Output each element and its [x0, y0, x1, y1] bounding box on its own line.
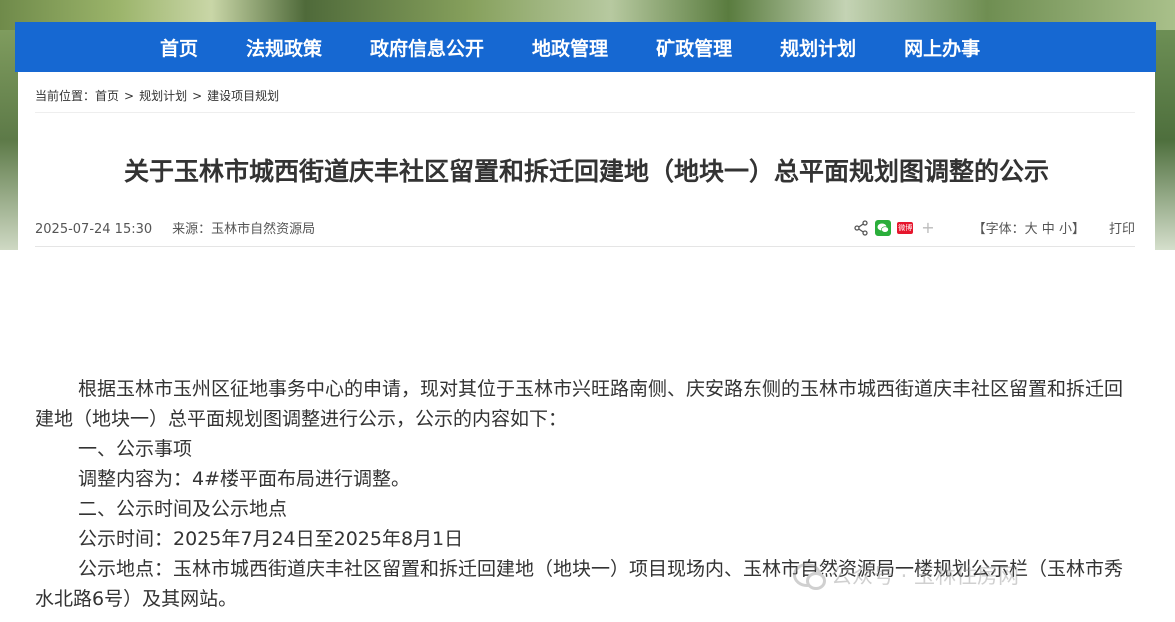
main-nav: 首页 法规政策 政府信息公开 地政管理 矿政管理 规划计划 网上办事 — [15, 22, 1156, 72]
wechat-official-account-icon — [793, 563, 826, 590]
font-size-prefix: 【字体： — [972, 222, 1025, 237]
divider — [35, 246, 1135, 247]
nav-item-online-services[interactable]: 网上办事 — [904, 34, 980, 61]
nav-item-planning[interactable]: 规划计划 — [780, 34, 856, 61]
article-source: 来源：玉林市自然资源局 — [172, 222, 316, 237]
nav-item-mining-admin[interactable]: 矿政管理 — [656, 34, 732, 61]
body-paragraph: 公示时间：2025年7月24日至2025年8月1日 — [78, 528, 464, 550]
breadcrumb: 当前位置：首页 > 规划计划 > 建设项目规划 — [35, 87, 279, 104]
wechat-icon[interactable] — [875, 219, 892, 236]
body-paragraph: 一、公示事项 — [78, 438, 193, 460]
article-title: 关于玉林市城西街道庆丰社区留置和拆迁回建地（地块一）总平面规划图调整的公示 — [123, 157, 1049, 186]
print-link[interactable]: 打印 — [1109, 218, 1135, 237]
background-scenery-right — [1155, 30, 1175, 250]
nav-item-home[interactable]: 首页 — [160, 34, 198, 61]
font-size-small-button[interactable]: 小 — [1059, 222, 1072, 237]
breadcrumb-prefix: 当前位置： — [35, 89, 96, 103]
share-icon[interactable] — [853, 219, 869, 236]
body-paragraph: 根据玉林市玉州区征地事务中心的申请，现对其位于玉林市兴旺路南侧、庆安路东侧的玉林… — [35, 378, 1124, 430]
divider — [35, 112, 1135, 113]
font-size-large-button[interactable]: 大 — [1025, 222, 1038, 237]
breadcrumb-separator: > — [124, 89, 135, 103]
font-size-suffix: 】 — [1071, 222, 1085, 237]
breadcrumb-separator: > — [192, 89, 203, 103]
body-paragraph: 调整内容为：4#楼平面布局进行调整。 — [78, 468, 411, 490]
plus-icon[interactable]: + — [921, 218, 934, 237]
nav-item-land-admin[interactable]: 地政管理 — [532, 34, 608, 61]
breadcrumb-item-planning[interactable]: 规划计划 — [139, 89, 187, 103]
article-tools: 微博 + 【字体：大 中 小】 打印 — [853, 218, 1135, 237]
publish-datetime: 2025-07-24 15:30 — [35, 222, 153, 237]
nav-item-regulations[interactable]: 法规政策 — [246, 34, 322, 61]
breadcrumb-item-home[interactable]: 首页 — [95, 89, 119, 103]
watermark-text: 公众号 · 玉林住房网 — [831, 564, 1020, 588]
weibo-icon[interactable]: 微博 — [897, 221, 914, 234]
article-meta: 2025-07-24 15:30 来源：玉林市自然资源局 — [35, 218, 315, 237]
article-panel: 当前位置：首页 > 规划计划 > 建设项目规划 关于玉林市城西街道庆丰社区留置和拆迁回建… — [18, 72, 1155, 622]
body-paragraph: 二、公示时间及公示地点 — [78, 498, 288, 520]
breadcrumb-item-project-planning[interactable]: 建设项目规划 — [207, 89, 279, 103]
font-size-medium-button[interactable]: 中 — [1042, 222, 1055, 237]
nav-item-gov-info[interactable]: 政府信息公开 — [370, 34, 484, 61]
watermark: 公众号 · 玉林住房网 — [793, 560, 1019, 590]
font-size-control: 【字体：大 中 小】 — [973, 218, 1085, 237]
